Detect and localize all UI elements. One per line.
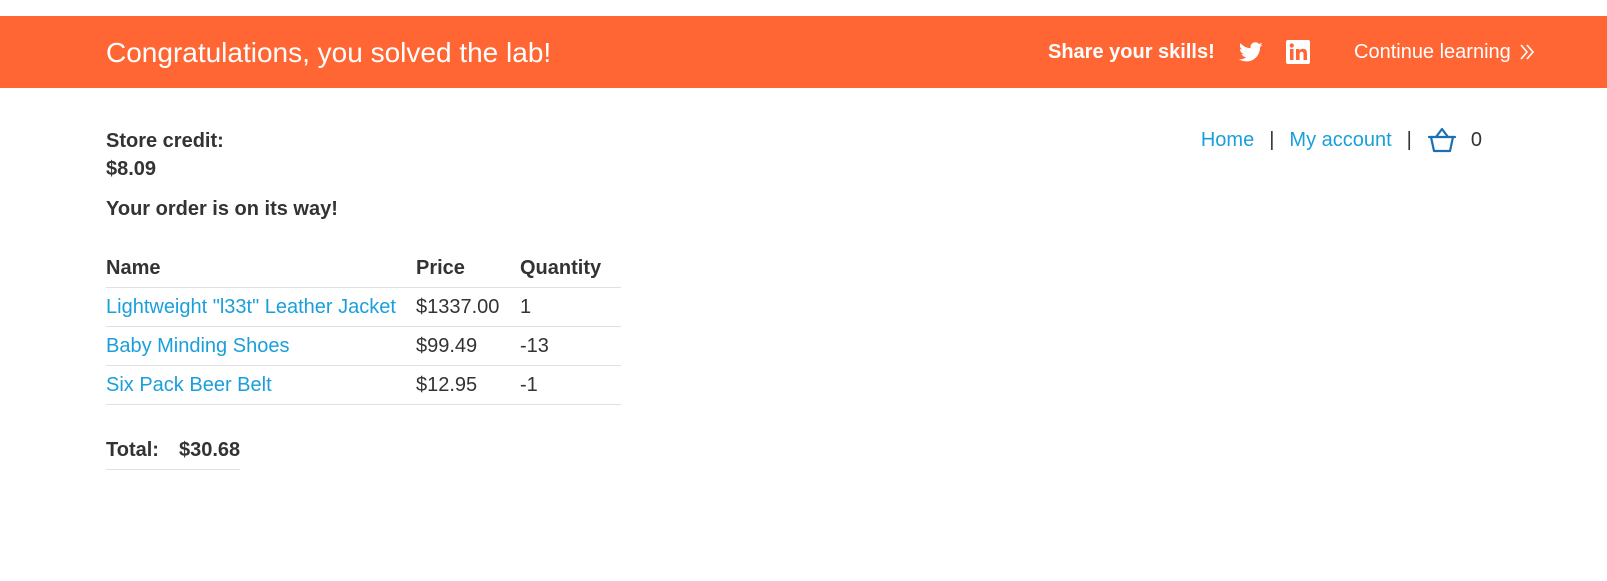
- cart-count: 0: [1470, 129, 1482, 151]
- double-chevron-right-icon: [1520, 44, 1535, 60]
- table-row: Six Pack Beer Belt $12.95 -1: [106, 365, 622, 405]
- continue-learning-label: Continue learning: [1354, 41, 1511, 63]
- banner-title: Congratulations, you solved the lab!: [106, 37, 552, 68]
- nav-separator: |: [1406, 129, 1412, 151]
- share-skills-label: Share your skills!: [1048, 41, 1215, 63]
- table-row: Baby Minding Shoes $99.49 -13: [106, 326, 622, 366]
- product-price: $99.49: [416, 326, 520, 366]
- store-credit-value: $8.09: [106, 158, 157, 180]
- order-total-table: Total: $30.68: [106, 431, 241, 470]
- total-value: $30.68: [178, 431, 241, 470]
- store-credit-label: Store credit:: [106, 130, 224, 152]
- product-price: $1337.00: [416, 287, 520, 327]
- main-content: Store credit: $8.09 Your order is on its…: [106, 127, 622, 470]
- column-header-quantity: Quantity: [520, 249, 622, 288]
- twitter-icon[interactable]: [1238, 40, 1264, 64]
- product-quantity: -1: [520, 365, 622, 405]
- top-gap: [0, 0, 1607, 16]
- order-confirmation-message: Your order is on its way!: [106, 198, 338, 220]
- column-header-name: Name: [106, 249, 416, 288]
- table-row: Lightweight "l33t" Leather Jacket $1337.…: [106, 287, 622, 327]
- product-quantity: -13: [520, 326, 622, 366]
- table-header-row: Name Price Quantity: [106, 249, 622, 288]
- product-price: $12.95: [416, 365, 520, 405]
- lab-solved-banner: Congratulations, you solved the lab! Sha…: [0, 16, 1607, 88]
- column-header-price: Price: [416, 249, 520, 288]
- nav-separator: |: [1269, 129, 1275, 151]
- product-quantity: 1: [520, 287, 622, 327]
- product-link[interactable]: Lightweight "l33t" Leather Jacket: [106, 296, 396, 318]
- home-link[interactable]: Home: [1201, 127, 1254, 153]
- order-items-table: Name Price Quantity Lightweight "l33t" L…: [106, 249, 622, 405]
- total-label: Total:: [106, 431, 179, 470]
- linkedin-icon[interactable]: [1286, 40, 1312, 64]
- total-row: Total: $30.68: [106, 431, 241, 470]
- my-account-link[interactable]: My account: [1289, 127, 1391, 153]
- product-link[interactable]: Baby Minding Shoes: [106, 335, 289, 357]
- continue-learning-link[interactable]: Continue learning: [1354, 40, 1536, 64]
- product-link[interactable]: Six Pack Beer Belt: [106, 374, 272, 396]
- top-nav: Home | My account | 0: [1201, 127, 1482, 153]
- basket-icon[interactable]: [1427, 127, 1457, 153]
